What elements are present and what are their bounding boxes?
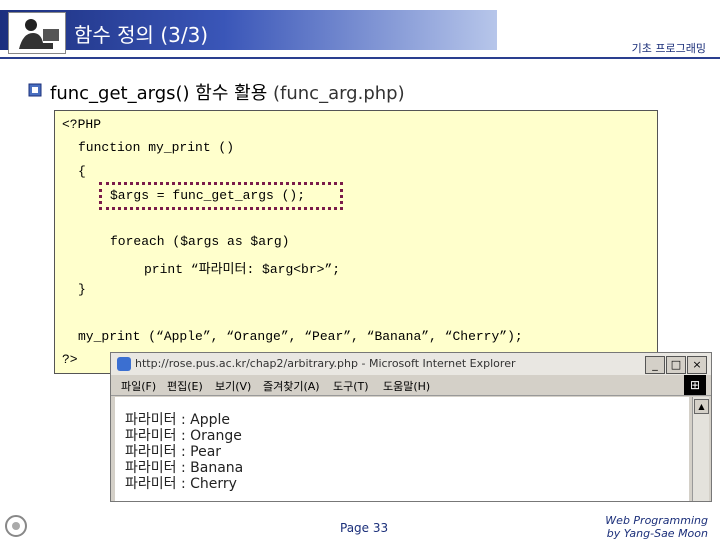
bullet-icon xyxy=(28,83,42,97)
title-divider xyxy=(0,57,720,59)
heading-filename: (func_arg.php) xyxy=(273,83,405,104)
heading-text: func_get_args() 함수 활용 xyxy=(50,83,268,104)
maximize-icon[interactable]: □ xyxy=(666,356,686,374)
presenter-logo-icon xyxy=(8,12,66,54)
close-icon[interactable]: × xyxy=(687,356,707,374)
ie-page-icon xyxy=(117,357,131,371)
browser-title-bar: http://rose.pus.ac.kr/chap2/arbitrary.ph… xyxy=(111,353,711,375)
menu-help[interactable]: 도움말(H) xyxy=(383,378,430,394)
browser-menu-bar: 파일(F) 편집(E) 보기(V) 즐겨찾기(A) 도구(T) 도움말(H) xyxy=(111,375,711,396)
browser-content: 파라미터 : Apple 파라미터 : Orange 파라미터 : Pear 파… xyxy=(115,397,689,501)
highlight-box xyxy=(99,182,343,210)
code-line: print “파라미터: $arg<br>”; xyxy=(144,262,341,277)
code-line: my_print (“Apple”, “Orange”, “Pear”, “Ba… xyxy=(78,329,523,344)
university-logo-icon xyxy=(5,515,27,537)
page-number: Page 33 xyxy=(340,521,389,535)
output-line: 파라미터 : Cherry xyxy=(125,476,237,492)
menu-tools[interactable]: 도구(T) xyxy=(333,378,369,394)
slide-title: 함수 정의 (3/3) xyxy=(74,23,209,47)
code-line: foreach ($args as $arg) xyxy=(110,234,290,249)
browser-title: http://rose.pus.ac.kr/chap2/arbitrary.ph… xyxy=(135,357,516,370)
browser-window: http://rose.pus.ac.kr/chap2/arbitrary.ph… xyxy=(110,352,712,502)
windows-logo-icon: ⊞ xyxy=(684,375,706,395)
scroll-up-icon[interactable]: ▲ xyxy=(694,399,709,414)
code-line: ?> xyxy=(62,352,78,367)
section-heading: func_get_args() 함수 활용 (func_arg.php) xyxy=(50,79,405,105)
footer-credit: Web Programming by Yang-Sae Moon xyxy=(605,514,708,540)
code-line: { xyxy=(78,164,86,179)
footer-author: by Yang-Sae Moon xyxy=(606,527,708,540)
minimize-icon[interactable]: _ xyxy=(645,356,665,374)
course-name: 기초 프로그래밍 xyxy=(631,42,706,55)
code-line: function my_print () xyxy=(78,140,235,155)
footer-course: Web Programming xyxy=(605,514,708,527)
code-line: } xyxy=(78,282,86,297)
menu-favorites[interactable]: 즐겨찾기(A) xyxy=(263,378,320,394)
menu-edit[interactable]: 편집(E) xyxy=(167,378,203,394)
vertical-scrollbar[interactable]: ▲ xyxy=(692,397,709,501)
menu-view[interactable]: 보기(V) xyxy=(215,378,251,394)
menu-file[interactable]: 파일(F) xyxy=(121,378,156,394)
code-line: <?PHP xyxy=(62,117,102,132)
